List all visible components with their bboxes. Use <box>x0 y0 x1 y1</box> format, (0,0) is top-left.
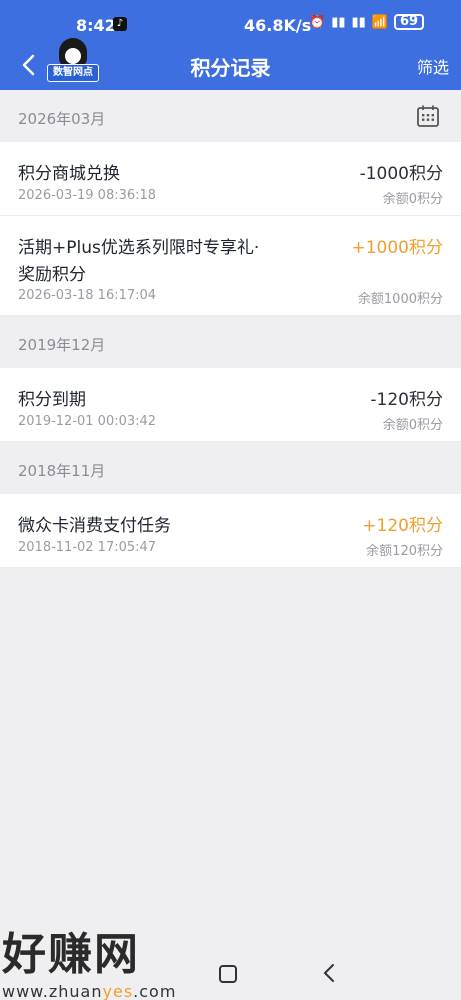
top-bar: 8:42 ♪ 46.8K/s ⏰ ▮▮ ▮▮ 📶 69 数智网点 积分记录 筛选 <box>0 0 461 90</box>
month-label: 2026年03月 <box>18 110 106 128</box>
watermark: 好赚网 www.zhuanyes.com <box>2 918 202 1000</box>
month-header: 2026年03月 <box>0 90 461 142</box>
alarm-icon: ⏰ <box>309 14 326 30</box>
signal-icon: ▮▮ <box>331 14 346 30</box>
record-item[interactable]: 微众卡消费支付任务 2018-11-02 17:05:47 +120积分 余额1… <box>0 494 461 568</box>
page-title: 积分记录 <box>190 56 271 80</box>
record-amount: +120积分 <box>362 516 443 536</box>
home-button[interactable] <box>219 965 237 983</box>
record-title: 积分到期 <box>18 390 86 410</box>
record-balance: 余额1000积分 <box>357 292 443 307</box>
status-bar: 8:42 ♪ 46.8K/s ⏰ ▮▮ ▮▮ 📶 69 <box>0 0 461 40</box>
watermark-url: www.zhuanyes.com <box>2 982 177 1000</box>
record-date: 2019-12-01 00:03:42 <box>18 414 157 429</box>
status-icons: ⏰ ▮▮ ▮▮ 📶 69 <box>309 14 424 30</box>
record-item[interactable]: 积分商城兑换 2026-03-19 08:36:18 -1000积分 余额0积分 <box>0 142 461 216</box>
wifi-icon: 📶 <box>371 14 388 30</box>
record-title: 微众卡消费支付任务 <box>18 516 171 536</box>
records-list: 2026年03月 积分商城兑换 2026-03-19 08:36:18 -100… <box>0 90 461 568</box>
month-label: 2019年12月 <box>18 336 106 354</box>
record-title: 积分商城兑换 <box>18 164 120 184</box>
tiktok-icon: ♪ <box>113 17 127 31</box>
watermark-text: 好赚网 <box>2 929 140 980</box>
record-item[interactable]: 活期+Plus优选系列限时专享礼· 奖励积分 2026-03-18 16:17:… <box>0 216 461 316</box>
record-balance: 余额120积分 <box>366 544 443 559</box>
month-header: 2018年11月 <box>0 442 461 494</box>
record-date: 2018-11-02 17:05:47 <box>18 540 157 555</box>
record-date: 2026-03-19 08:36:18 <box>18 188 157 203</box>
status-time: 8:42 <box>76 16 116 35</box>
record-amount: -120积分 <box>370 390 443 410</box>
network-speed: 46.8K/s <box>244 16 312 35</box>
record-balance: 余额0积分 <box>382 192 443 207</box>
battery-icon: 69 <box>394 14 424 30</box>
month-label: 2018年11月 <box>18 462 106 480</box>
app-header: 数智网点 积分记录 筛选 <box>0 38 461 90</box>
filter-button[interactable]: 筛选 <box>417 54 449 78</box>
record-title-line1: 活期+Plus优选系列限时专享礼· <box>18 238 260 258</box>
month-header: 2019年12月 <box>0 316 461 368</box>
record-date: 2026-03-18 16:17:04 <box>18 288 157 303</box>
record-title-line2: 奖励积分 <box>18 265 86 285</box>
record-item[interactable]: 积分到期 2019-12-01 00:03:42 -120积分 余额0积分 <box>0 368 461 442</box>
calendar-icon[interactable] <box>416 104 440 128</box>
nav-back-icon[interactable] <box>318 961 342 985</box>
signal-2-icon: ▮▮ <box>351 14 366 30</box>
record-balance: 余额0积分 <box>382 418 443 433</box>
record-amount: +1000积分 <box>351 238 443 258</box>
record-amount: -1000积分 <box>359 164 443 184</box>
